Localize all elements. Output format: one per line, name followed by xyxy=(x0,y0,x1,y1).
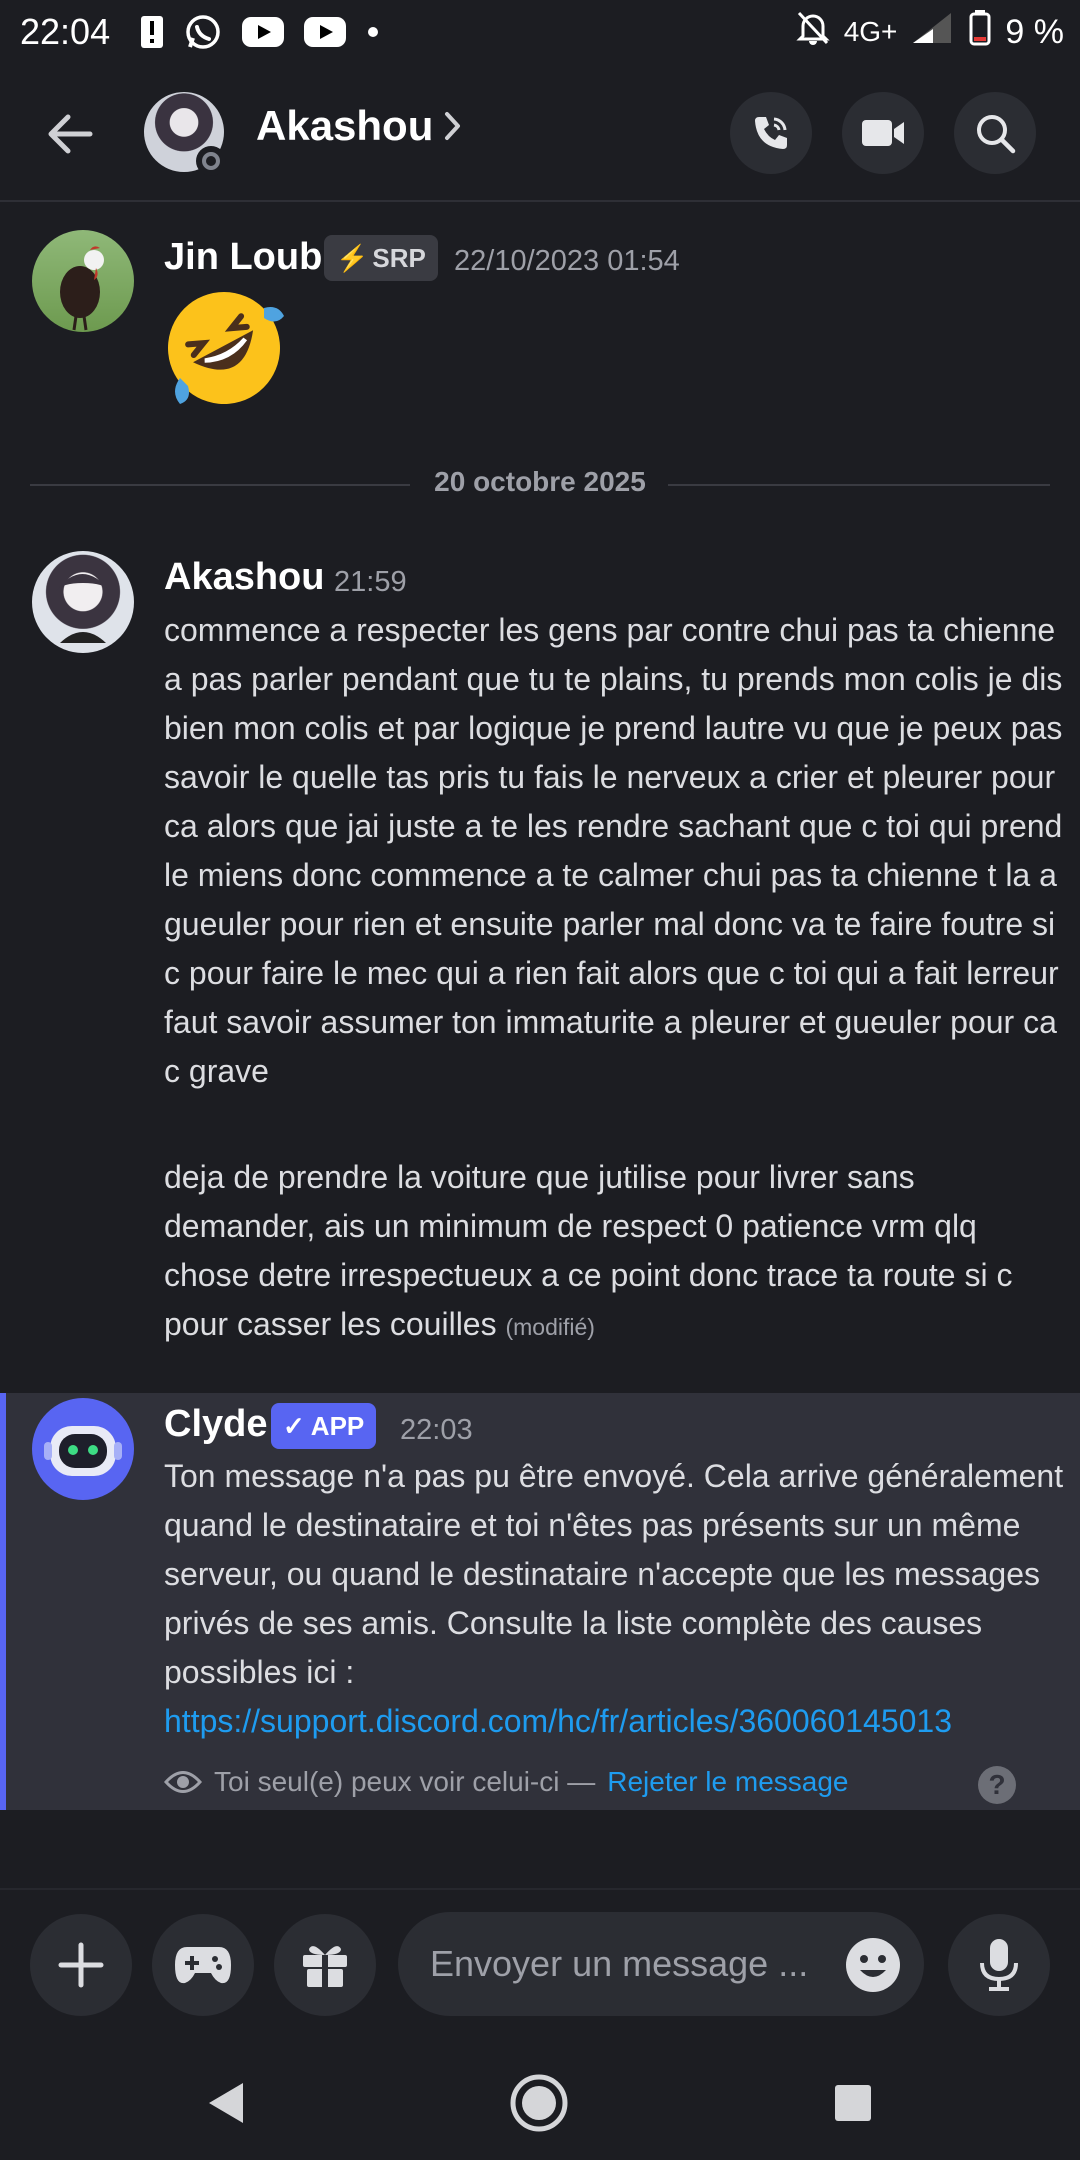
battery-icon xyxy=(969,9,991,55)
plus-icon xyxy=(58,1942,104,1988)
message-timestamp: 21:59 xyxy=(334,566,407,598)
whatsapp-icon xyxy=(184,13,222,51)
server-tag[interactable]: ⚡ SRP xyxy=(324,235,438,281)
network-type: 4G+ xyxy=(843,16,898,47)
message-input-placeholder: Envoyer un message ... xyxy=(430,1943,809,1984)
server-tag-label: SRP xyxy=(372,242,426,273)
phone-icon xyxy=(755,117,787,149)
avatar[interactable] xyxy=(32,1398,134,1500)
back-button[interactable] xyxy=(40,104,100,164)
system-nav-bar xyxy=(0,2040,1080,2160)
smiley-icon xyxy=(846,1938,900,1992)
message-author[interactable]: Akashou xyxy=(164,556,324,599)
ephemeral-accent-bar xyxy=(0,1393,6,1810)
ephemeral-footer: Toi seul(e) peux voir celui-ci — Rejeter… xyxy=(164,1766,848,1798)
youtube-icon xyxy=(304,17,347,47)
activities-button[interactable] xyxy=(152,1914,254,2016)
search-button[interactable] xyxy=(954,92,1036,174)
message-content-continued: deja de prendre la voiture que jutilise … xyxy=(164,1153,1064,1352)
avatar[interactable] xyxy=(32,230,134,332)
message-timestamp: 22:03 xyxy=(400,1414,473,1446)
video-camera-icon xyxy=(862,120,904,146)
alert-icon xyxy=(140,15,164,49)
app-badge: ✓ APP xyxy=(271,1403,377,1449)
checkmark-icon: ✓ xyxy=(283,1410,305,1441)
support-link[interactable]: https://support.discord.com/hc/fr/articl… xyxy=(164,1703,952,1739)
nav-back-button[interactable] xyxy=(192,2070,258,2136)
help-button[interactable]: ? xyxy=(978,1766,1016,1804)
nav-recents-button[interactable] xyxy=(820,2070,886,2136)
square-recents-icon xyxy=(835,2085,871,2121)
gift-icon xyxy=(303,1946,347,1987)
voice-call-button[interactable] xyxy=(730,92,812,174)
message-timestamp: 22/10/2023 01:54 xyxy=(454,245,680,277)
chat-header: Akashou xyxy=(0,64,1080,202)
avatar[interactable] xyxy=(32,551,134,653)
gamepad-icon xyxy=(175,1947,231,1984)
date-divider: 20 octobre 2025 xyxy=(434,466,646,497)
message-content: Ton message n'a pas pu être envoyé. Cela… xyxy=(164,1452,1064,1746)
edited-label: (modifié) xyxy=(505,1314,595,1340)
message-input[interactable]: Envoyer un message ... xyxy=(398,1912,924,2016)
arrow-left-icon xyxy=(48,114,93,154)
emoji-button[interactable] xyxy=(844,1936,902,1994)
notifications-off-icon xyxy=(796,10,830,55)
message-author[interactable]: Jin Loub xyxy=(164,236,322,279)
youtube-icon xyxy=(242,17,285,47)
composer-divider xyxy=(0,1888,1080,1890)
rolling-laughing-emoji-icon xyxy=(168,291,284,404)
search-icon xyxy=(977,115,1016,154)
contact-name[interactable]: Akashou xyxy=(256,102,433,150)
lightning-icon: ⚡ xyxy=(336,242,369,273)
nav-home-button[interactable] xyxy=(506,2070,572,2136)
dot-icon xyxy=(366,25,380,39)
voice-message-button[interactable] xyxy=(948,1914,1050,2016)
message-author[interactable]: Clyde xyxy=(164,1403,267,1446)
date-divider-line xyxy=(668,484,1050,486)
app-badge-label: APP xyxy=(310,1410,365,1441)
clyde-bot-icon xyxy=(44,1426,122,1476)
video-call-button[interactable] xyxy=(842,92,924,174)
rooster-avatar-icon xyxy=(60,246,104,331)
battery-percent: 9 % xyxy=(1005,12,1064,51)
anime-avatar-icon xyxy=(56,574,110,643)
laughing-emoji xyxy=(160,284,288,416)
microphone-icon xyxy=(980,1939,1018,1991)
offline-status-icon xyxy=(196,146,226,176)
chevron-right-icon[interactable] xyxy=(442,108,464,148)
status-bar: 22:04 4G+ 9 % xyxy=(0,0,1080,64)
status-time: 22:04 xyxy=(20,11,111,52)
triangle-back-icon xyxy=(209,2083,243,2123)
dismiss-message-link[interactable]: Rejeter le message xyxy=(607,1766,848,1798)
message-content: commence a respecter les gens par contre… xyxy=(164,612,1063,1089)
message-text: Ton message n'a pas pu être envoyé. Cela… xyxy=(164,1458,1064,1690)
gift-button[interactable] xyxy=(274,1914,376,2016)
signal-icon xyxy=(911,11,955,54)
attach-button[interactable] xyxy=(30,1914,132,2016)
circle-home-icon xyxy=(510,2074,568,2132)
visibility-note: Toi seul(e) peux voir celui-ci — xyxy=(214,1766,596,1797)
eye-icon xyxy=(164,1771,202,1793)
